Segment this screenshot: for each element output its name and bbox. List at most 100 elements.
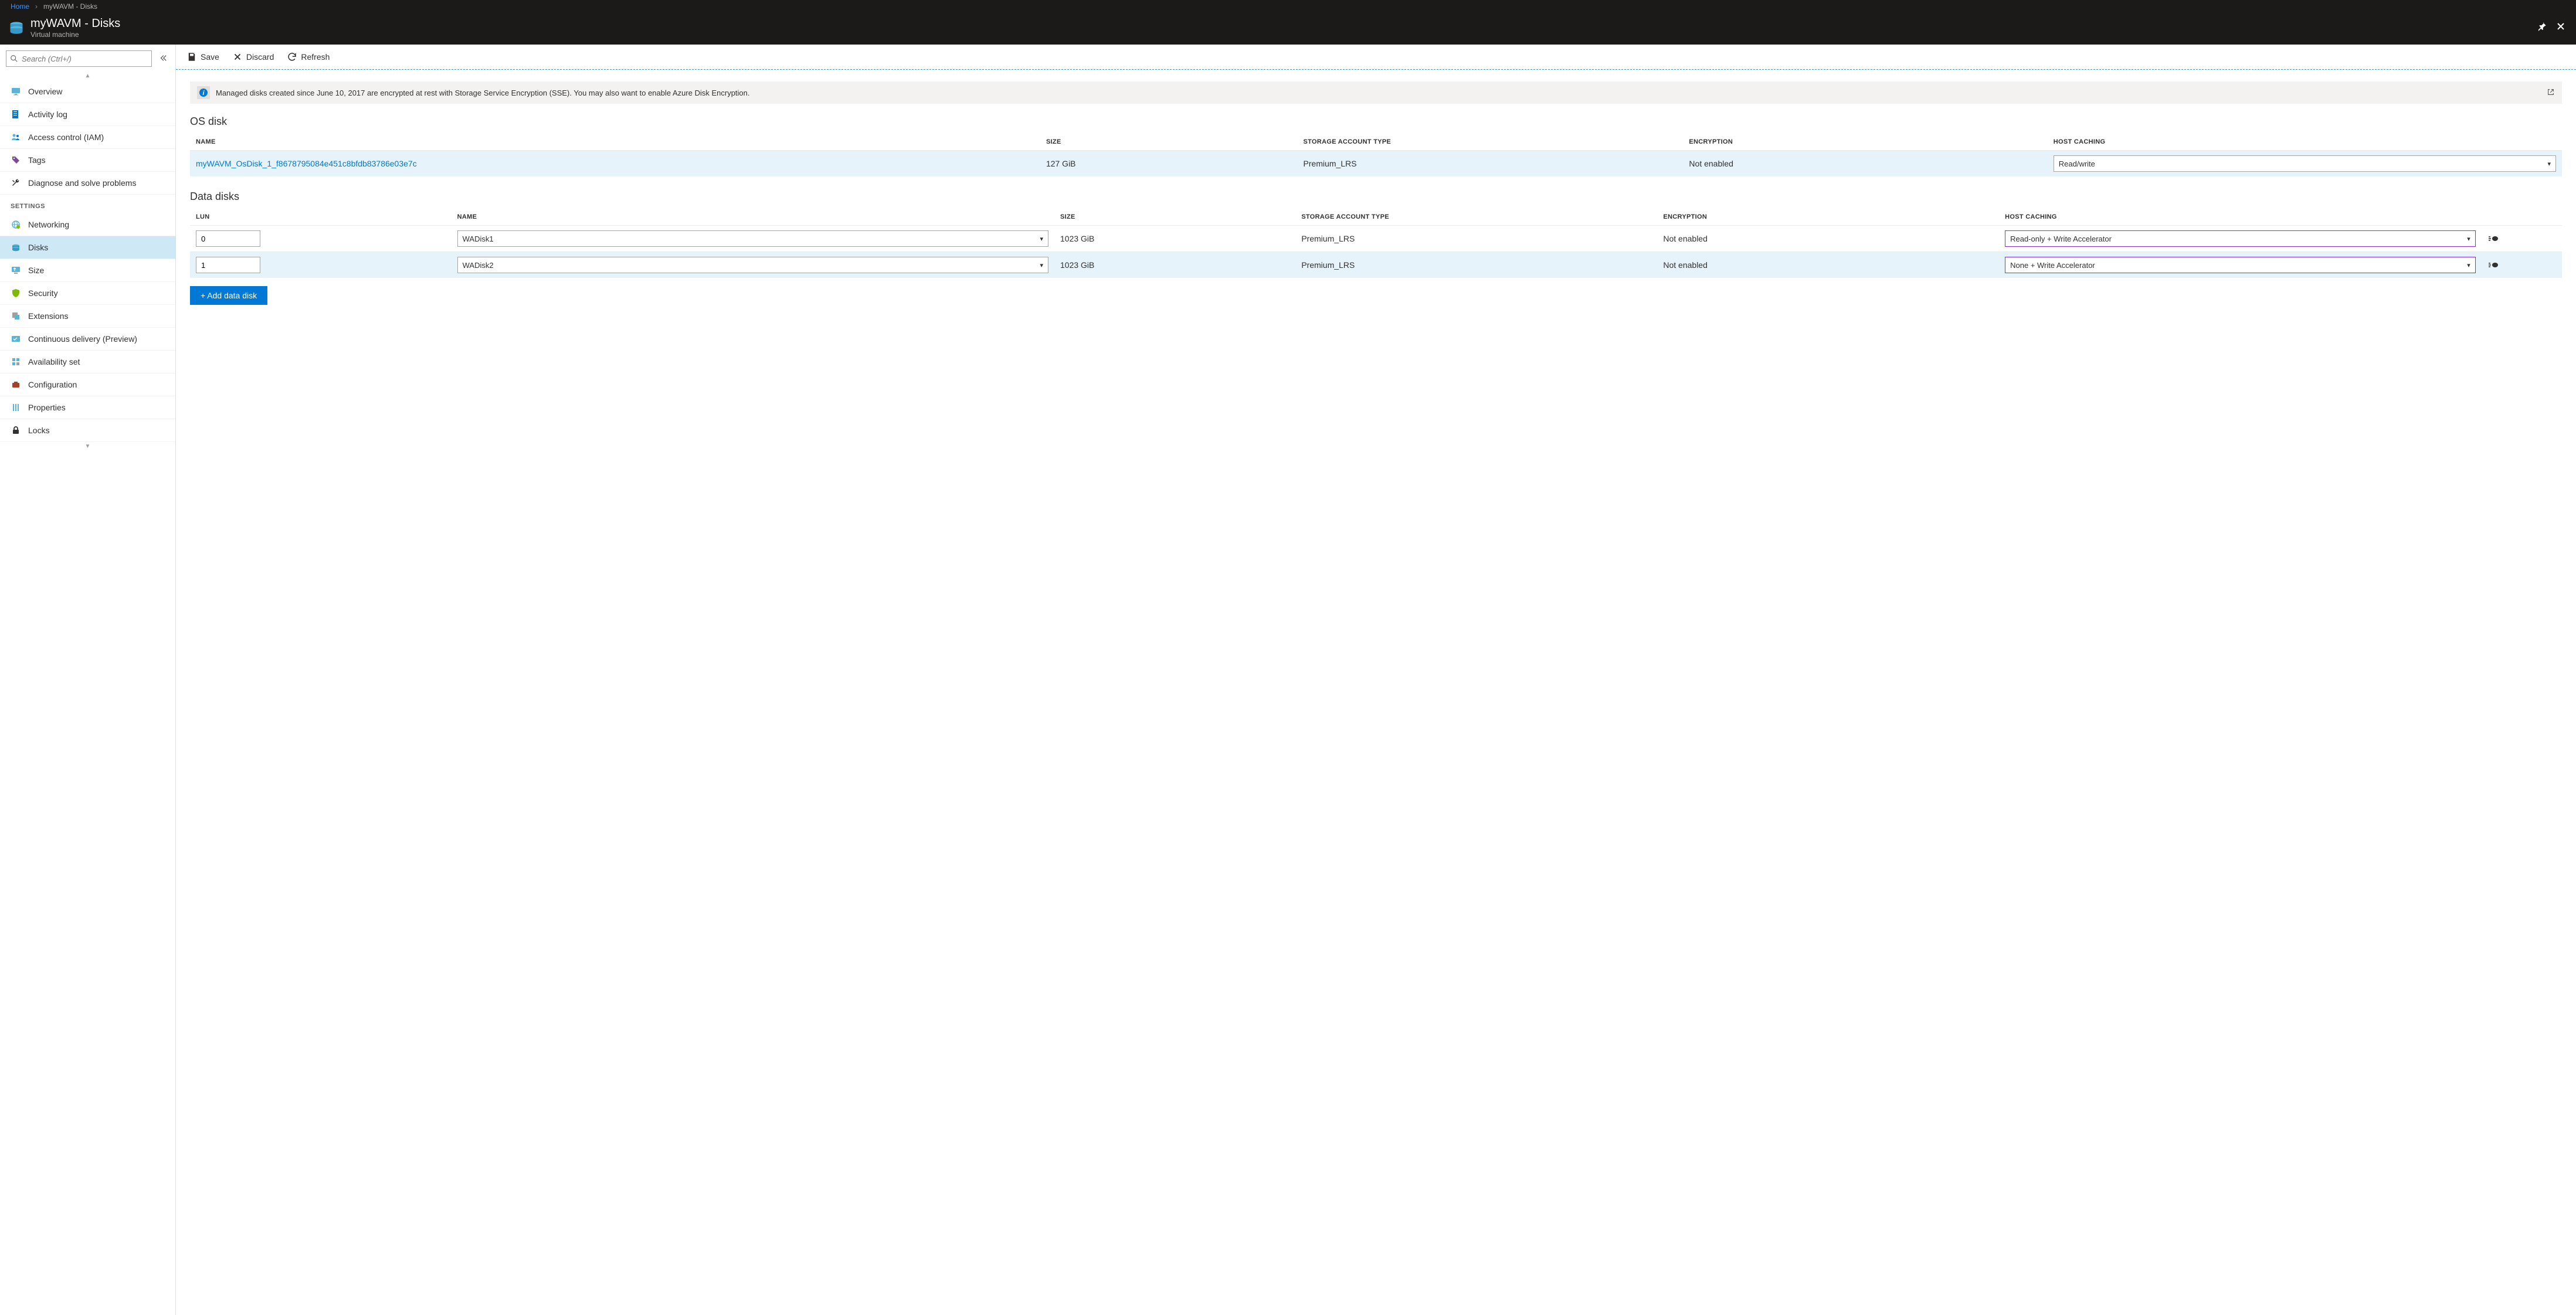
chevron-down-icon: ▾ (1040, 261, 1043, 269)
chevron-down-icon: ▾ (2467, 261, 2470, 269)
col-header-host-caching: HOST CACHING (1999, 209, 2482, 226)
write-accelerator-icon[interactable] (2487, 234, 2499, 243)
sidebar-item-diagnose-and-solve-problems[interactable]: Diagnose and solve problems (0, 172, 175, 195)
size-icon (11, 265, 21, 276)
disk-storage-type: Premium_LRS (1295, 252, 1657, 278)
add-data-disk-button[interactable]: + Add data disk (190, 286, 267, 305)
scroll-down-caret-icon: ▼ (0, 442, 175, 451)
close-icon[interactable] (2554, 22, 2568, 34)
os-disk-row: myWAVM_OsDisk_1_f8678795084e451c8bfdb837… (190, 151, 2562, 177)
disk-name-dropdown[interactable]: WADisk2▾ (457, 257, 1048, 273)
save-button[interactable]: Save (186, 52, 219, 62)
toolbar: Save Discard Refresh (176, 45, 2576, 70)
wrench-icon (11, 178, 21, 188)
breadcrumb: Home › myWAVM - Disks (0, 0, 2576, 13)
discard-icon (232, 52, 243, 62)
sidebar-item-label: Extensions (28, 311, 68, 321)
disks-icon (11, 242, 21, 253)
collapse-sidebar-icon[interactable] (157, 52, 169, 66)
sidebar: ▲ Overview Activity log Access control (IA… (0, 45, 176, 1315)
sidebar-item-networking[interactable]: Networking (0, 213, 175, 236)
save-icon (186, 52, 197, 62)
info-icon: i (197, 86, 210, 99)
sidebar-item-label: Availability set (28, 357, 80, 366)
sidebar-item-label: Diagnose and solve problems (28, 178, 136, 188)
sidebar-nav[interactable]: ▲ Overview Activity log Access control (IA… (0, 72, 175, 1315)
sidebar-item-overview[interactable]: Overview (0, 80, 175, 103)
disk-size: 1023 GiB (1054, 226, 1295, 252)
col-header-name: NAME (190, 134, 1040, 151)
sidebar-item-label: Networking (28, 220, 69, 229)
props-icon (11, 402, 21, 413)
disk-encryption: Not enabled (1657, 226, 1999, 252)
avail-icon (11, 356, 21, 367)
disks-stack-icon (8, 19, 25, 36)
sidebar-item-availability-set[interactable]: Availability set (0, 351, 175, 373)
sidebar-item-tags[interactable]: Tags (0, 149, 175, 172)
sidebar-item-continuous-delivery-preview-[interactable]: Continuous delivery (Preview) (0, 328, 175, 351)
sidebar-item-label: Configuration (28, 380, 77, 389)
search-input[interactable] (22, 55, 148, 63)
monitor-icon (11, 86, 21, 97)
os-disk-size: 127 GiB (1040, 151, 1298, 177)
sidebar-item-configuration[interactable]: Configuration (0, 373, 175, 396)
os-disk-name-link[interactable]: myWAVM_OsDisk_1_f8678795084e451c8bfdb837… (196, 159, 417, 168)
disk-size: 1023 GiB (1054, 252, 1295, 278)
sidebar-item-label: Security (28, 288, 58, 298)
disk-encryption: Not enabled (1657, 252, 1999, 278)
os-disk-host-caching-dropdown[interactable]: Read/write ▾ (2054, 155, 2556, 172)
lun-input[interactable] (196, 230, 260, 247)
os-disk-storage-type: Premium_LRS (1298, 151, 1684, 177)
pin-icon[interactable] (2535, 22, 2549, 34)
breadcrumb-home[interactable]: Home (11, 2, 29, 11)
sidebar-item-label: Tags (28, 155, 46, 165)
search-input-wrapper[interactable] (6, 50, 152, 67)
sidebar-item-label: Access control (IAM) (28, 132, 104, 142)
sidebar-item-label: Continuous delivery (Preview) (28, 334, 137, 344)
page-title: myWAVM - Disks (30, 16, 2530, 30)
os-disk-heading: OS disk (190, 115, 2562, 128)
host-caching-dropdown[interactable]: None + Write Accelerator▾ (2005, 257, 2476, 273)
write-accelerator-icon[interactable] (2487, 260, 2499, 270)
os-disk-encryption: Not enabled (1683, 151, 2047, 177)
refresh-icon (287, 52, 297, 62)
sidebar-item-disks[interactable]: Disks (0, 236, 175, 259)
scroll-up-caret-icon: ▲ (0, 72, 175, 80)
sidebar-item-label: Locks (28, 426, 50, 435)
sidebar-item-access-control-iam-[interactable]: Access control (IAM) (0, 126, 175, 149)
data-disk-row: WADisk2▾ 1023 GiBPremium_LRSNot enabled No… (190, 252, 2562, 278)
sidebar-item-label: Overview (28, 87, 62, 96)
sidebar-item-label: Activity log (28, 110, 67, 119)
disk-storage-type: Premium_LRS (1295, 226, 1657, 252)
sidebar-item-activity-log[interactable]: Activity log (0, 103, 175, 126)
col-header-storage-account-type: STORAGE ACCOUNT TYPE (1295, 209, 1657, 226)
search-icon (10, 55, 18, 63)
host-caching-dropdown[interactable]: Read-only + Write Accelerator▾ (2005, 230, 2476, 247)
col-header-size: SIZE (1054, 209, 1295, 226)
sidebar-item-locks[interactable]: Locks (0, 419, 175, 442)
disk-name-dropdown[interactable]: WADisk1▾ (457, 230, 1048, 247)
refresh-button[interactable]: Refresh (287, 52, 330, 62)
col-header-size: SIZE (1040, 134, 1298, 151)
col-header-name: NAME (452, 209, 1054, 226)
sidebar-item-extensions[interactable]: Extensions (0, 305, 175, 328)
sidebar-item-security[interactable]: Security (0, 282, 175, 305)
network-icon (11, 219, 21, 230)
page-header: myWAVM - Disks Virtual machine (0, 13, 2576, 45)
data-disks-heading: Data disks (190, 191, 2562, 203)
config-icon (11, 379, 21, 390)
page-subtitle: Virtual machine (30, 30, 2530, 39)
sidebar-item-size[interactable]: Size (0, 259, 175, 282)
breadcrumb-separator: › (35, 2, 38, 11)
iam-icon (11, 132, 21, 142)
shield-icon (11, 288, 21, 298)
lun-input[interactable] (196, 257, 260, 273)
col-header-encryption: ENCRYPTION (1657, 209, 1999, 226)
info-banner: i Managed disks created since June 10, 2… (190, 81, 2562, 104)
sidebar-item-label: Size (28, 266, 44, 275)
sidebar-item-properties[interactable]: Properties (0, 396, 175, 419)
discard-button[interactable]: Discard (232, 52, 274, 62)
sidebar-section-settings: SETTINGS (0, 195, 175, 213)
open-external-icon[interactable] (2547, 88, 2555, 98)
tag-icon (11, 155, 21, 165)
